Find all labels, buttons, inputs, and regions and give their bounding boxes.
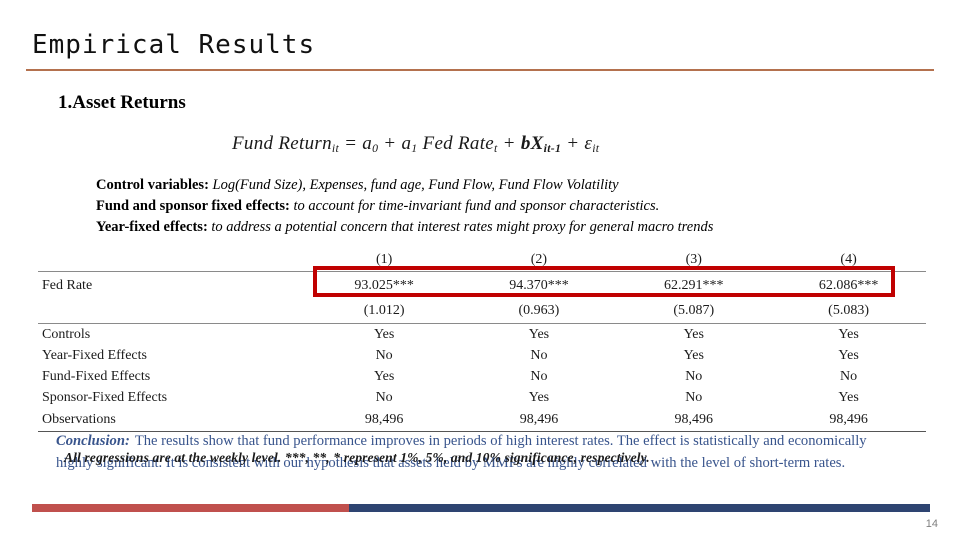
regression-results-table: (1) (2) (3) (4) Fed Rate 93.025*** 94.37…: [38, 250, 926, 432]
conclusion-label: Conclusion:: [56, 433, 130, 449]
fed-rate-se-1: (1.012): [363, 302, 405, 318]
fed-rate-coef-1: 93.025***: [354, 277, 414, 293]
controls-col-1: Yes: [373, 327, 395, 342]
table-header-row: (1) (2) (3) (4): [38, 250, 926, 270]
fed-rate-se-2: (0.963): [518, 302, 560, 318]
table-header-col-4: (4): [840, 252, 857, 267]
controls-col-2: Yes: [528, 327, 550, 342]
equation-lhs: Fund Return: [232, 133, 332, 154]
fed-rate-coef-3: 62.291***: [664, 277, 724, 293]
spec-line-fund-sponsor-fixed-effects: Fund and sponsor fixed effects: to accou…: [96, 196, 926, 217]
page-number: 14: [925, 518, 938, 530]
table-row-year-fixed-effects: Year-Fixed Effects No No Yes Yes: [38, 345, 926, 366]
fed-rate-coef-2: 94.370***: [509, 277, 569, 293]
fund-fe-col-4: No: [840, 369, 858, 384]
year-fe-col-1: No: [375, 348, 393, 363]
fed-rate-coef-4: 62.086***: [818, 277, 879, 293]
table-header-blank: [38, 250, 307, 270]
row-label-sponsor-fixed-effects: Sponsor-Fixed Effects: [42, 390, 168, 405]
observations-col-4: 98,496: [829, 411, 868, 427]
page-title: Empirical Results: [32, 30, 316, 60]
equation-a0: a: [362, 133, 373, 154]
spec-value: to address a potential concern that inte…: [207, 219, 714, 235]
footer-bar-accent: [32, 504, 349, 512]
equation-bx: bX: [520, 133, 544, 154]
row-label-standard-errors: [38, 298, 307, 322]
section-heading: 1.Asset Returns: [58, 92, 186, 113]
table-row-controls: Controls Yes Yes Yes Yes: [38, 324, 926, 346]
sponsor-fe-col-2: Yes: [528, 390, 550, 405]
fund-fe-col-2: No: [530, 369, 548, 384]
equation-fedrate: Fed Rate: [417, 133, 495, 154]
observations-col-1: 98,496: [364, 411, 404, 427]
equation-equals: =: [339, 133, 363, 154]
spec-value: to account for time-invariant fund and s…: [289, 198, 660, 214]
spec-label: Control variables:: [96, 177, 209, 193]
controls-col-4: Yes: [838, 327, 859, 342]
controls-col-3: Yes: [683, 327, 704, 342]
row-label-fund-fixed-effects: Fund-Fixed Effects: [42, 369, 151, 384]
equation-epsilon-subscript: it: [592, 141, 600, 155]
results-table-container: (1) (2) (3) (4) Fed Rate 93.025*** 94.37…: [38, 250, 926, 432]
equation-plus-1: +: [378, 133, 402, 154]
table-header-col-1: (1): [375, 252, 393, 267]
spec-line-control-variables: Control variables: Log(Fund Size), Expen…: [96, 175, 926, 196]
spec-label: Fund and sponsor fixed effects:: [96, 198, 290, 214]
equation-a1: a: [401, 133, 412, 154]
fed-rate-se-3: (5.087): [673, 302, 715, 318]
row-label-fed-rate: Fed Rate: [42, 277, 93, 293]
row-label-year-fixed-effects: Year-Fixed Effects: [42, 348, 147, 363]
table-row-fed-rate-standard-errors: (1.012) (0.963) (5.087) (5.083): [38, 298, 926, 322]
regression-equation: Fund Returnit = a0 + a1 Fed Ratet + bXit…: [232, 133, 599, 156]
row-label-controls: Controls: [42, 327, 91, 342]
title-underline-rule: [26, 69, 934, 71]
table-row-observations: Observations 98,496 98,496 98,496 98,496: [38, 408, 926, 430]
significance-footnote: All regressions are at the weekly level.…: [64, 450, 650, 465]
table-header-col-3: (3): [685, 252, 702, 267]
row-label-observations: Observations: [42, 411, 116, 427]
observations-col-3: 98,496: [674, 411, 714, 427]
equation-plus-3: +: [561, 133, 585, 154]
table-row-fund-fixed-effects: Fund-Fixed Effects Yes No No No: [38, 366, 926, 387]
sponsor-fe-col-4: Yes: [838, 390, 859, 405]
sponsor-fe-col-1: No: [375, 390, 393, 405]
equation-plus-2: +: [497, 133, 521, 154]
fed-rate-se-4: (5.083): [828, 302, 869, 318]
fund-fe-col-1: Yes: [373, 369, 395, 384]
equation-lhs-subscript: it: [331, 141, 340, 155]
specification-notes: Control variables: Log(Fund Size), Expen…: [96, 175, 926, 238]
sponsor-fe-col-3: No: [685, 390, 703, 405]
observations-col-2: 98,496: [519, 411, 559, 427]
spec-line-year-fixed-effects: Year-fixed effects: to address a potenti…: [96, 217, 926, 238]
year-fe-col-3: Yes: [683, 348, 704, 363]
fund-fe-col-3: No: [685, 369, 703, 384]
year-fe-col-2: No: [530, 348, 548, 363]
spec-label: Year-fixed effects:: [96, 219, 208, 235]
spec-value: Log(Fund Size), Expenses, fund age, Fund…: [208, 177, 619, 193]
table-header-col-2: (2): [530, 252, 548, 267]
table-row-fed-rate-coefficients: Fed Rate 93.025*** 94.370*** 62.291*** 6…: [38, 272, 926, 299]
table-row-sponsor-fixed-effects: Sponsor-Fixed Effects No Yes No Yes: [38, 387, 926, 408]
year-fe-col-4: Yes: [838, 348, 859, 363]
equation-bx-subscript: it-1: [543, 141, 562, 155]
